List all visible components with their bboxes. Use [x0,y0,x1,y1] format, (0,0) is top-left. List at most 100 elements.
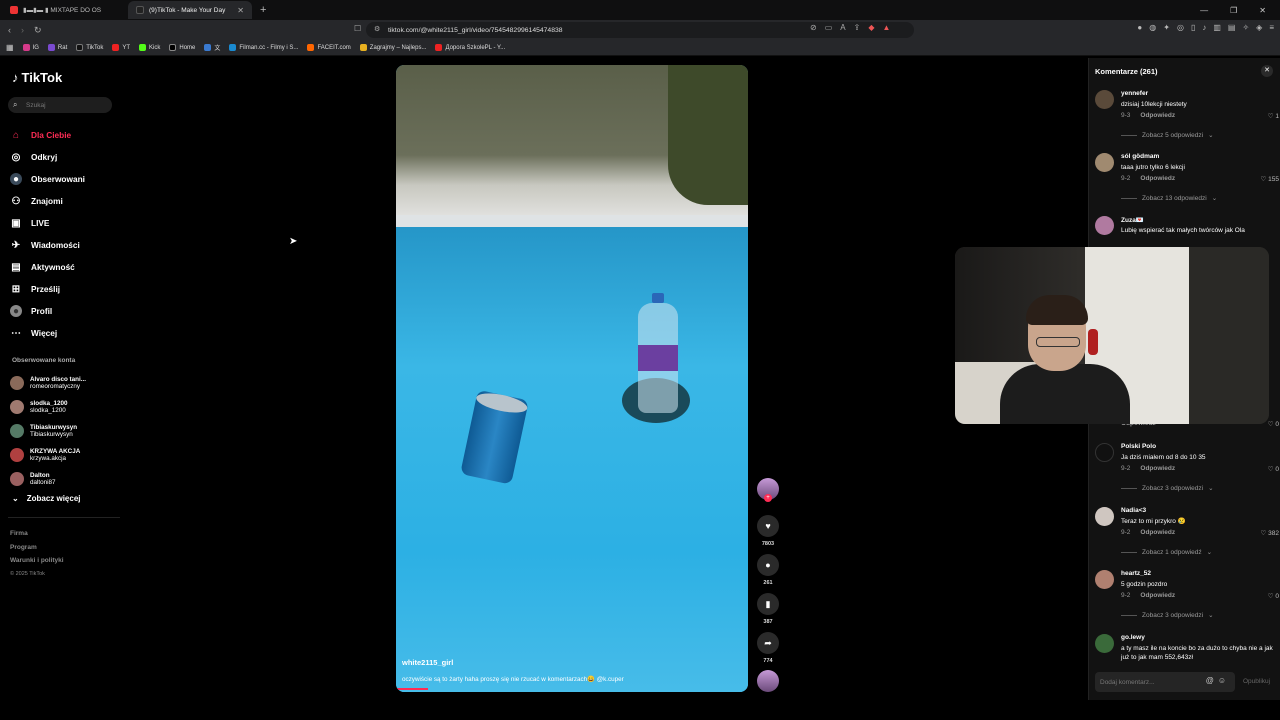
avatar[interactable] [1095,443,1114,462]
bookmark[interactable]: Rat [47,44,67,51]
cast-icon[interactable]: ▭ [825,23,833,32]
close-icon[interactable]: ✕ [1261,65,1273,77]
reply-button[interactable]: Odpowiedz [1140,592,1175,599]
comment-input[interactable]: Dodaj komentarz... @☺ [1095,672,1235,692]
view-replies-button[interactable]: Zobacz 5 odpowiedzi ⌄ [1121,131,1214,139]
back-icon[interactable]: ‹ [8,25,11,36]
avatar[interactable] [1095,153,1114,172]
comment-like-button[interactable]: ♡ 0 [1268,420,1279,428]
comment-like-button[interactable]: ♡ 0 [1268,465,1279,473]
menu-item-friends[interactable]: ⚇ Znajomi [10,190,85,212]
menu-item-messages[interactable]: ✈ Wiadomości [10,234,85,256]
vpn-icon[interactable]: ◈ [1256,23,1262,32]
bookmark[interactable]: FACEIT.com [307,44,351,51]
video-player[interactable]: white2115_girl oczywiście są to żarty ha… [396,65,748,692]
site-info-icon[interactable]: ⚙ [374,25,380,33]
comment-like-button[interactable]: ♡ 0 [1268,592,1279,600]
extension-icon[interactable]: ◍ [1149,23,1156,32]
view-replies-button[interactable]: Zobacz 3 odpowiedzi ⌄ [1121,611,1214,619]
extension-icon[interactable]: ● [1137,23,1142,32]
search-input[interactable]: ⌕ Szukaj [8,97,112,113]
sidebar-toggle-icon[interactable]: ▯ [1191,23,1195,32]
menu-icon[interactable]: ≡ [1269,23,1274,32]
reply-button[interactable]: Odpowiedz [1140,529,1175,536]
browser-tab-1[interactable]: ▮▬▮▬ ▮ MIXTAPE DO OS [2,1,126,19]
bookmark[interactable]: 文 [204,43,220,52]
like-button[interactable]: ♥ 7803 [756,515,780,547]
translate-icon[interactable]: A [840,23,845,32]
menu-item-profile[interactable]: ● Profil [10,300,85,322]
media-icon[interactable]: ⊘ [810,23,817,32]
activity-icon: ▤ [11,261,21,273]
avatar[interactable] [1095,570,1114,589]
rewards-icon[interactable]: ▲ [882,23,890,32]
footer-link[interactable]: Warunki i polityki [10,554,64,568]
share-button[interactable]: ➦ 774 [756,632,780,664]
new-tab-button[interactable]: + [260,4,266,16]
bookmark[interactable]: IG [22,44,39,51]
comment-like-button[interactable]: ♡ 382 [1261,529,1280,537]
reply-button[interactable]: Odpowiedz [1140,465,1175,472]
bookmark[interactable]: Дорога SzkolePL - Y... [435,44,505,51]
share-icon[interactable]: ⇪ [854,23,861,32]
followed-account[interactable]: Alvaro disco tani... romeoromatyczny [10,371,86,395]
close-tab-icon[interactable]: ✕ [237,6,244,15]
menu-item-following[interactable]: ● Obserwowani [10,168,85,190]
follow-plus-icon[interactable]: + [764,494,772,502]
comment-like-button[interactable]: ♡ 1 [1268,112,1279,120]
view-replies-button[interactable]: Zobacz 3 odpowiedzi ⌄ [1121,484,1214,492]
forward-icon[interactable]: › [21,25,24,36]
footer-link[interactable]: Program [10,541,64,555]
video-progress[interactable] [396,688,428,690]
bookmark[interactable]: Home [169,44,195,51]
apps-grid-icon[interactable]: ▦ [6,43,14,52]
menu-item-upload[interactable]: ⊞ Prześlij [10,278,85,300]
sound-avatar-button[interactable] [756,670,780,692]
close-window-button[interactable]: ✕ [1259,6,1266,15]
minimize-button[interactable]: — [1200,6,1208,15]
followed-account[interactable]: Dalton daltoni87 [10,467,86,491]
bookmark[interactable]: Kick [139,44,160,51]
panel-icon[interactable]: ▥ [1213,23,1221,32]
view-replies-button[interactable]: Zobacz 13 odpowiedzi ⌄ [1121,194,1217,202]
music-icon[interactable]: ♪ [1202,23,1206,32]
save-button[interactable]: ▮ 387 [756,593,780,625]
extension-icon[interactable]: ◎ [1177,23,1184,32]
followed-account[interactable]: slodka_1200 slodka_1200 [10,395,86,419]
video-author[interactable]: white2115_girl [402,658,453,667]
browser-tab-2[interactable]: (9)TikTok - Make Your Day ✕ [128,1,252,19]
bookmark[interactable]: Filman.cc - Filmy i S... [229,44,298,51]
avatar[interactable] [1095,90,1114,109]
menu-item-explore[interactable]: ◎ Odkryj [10,146,85,168]
reply-button[interactable]: Odpowiedz [1140,175,1175,182]
author-avatar-button[interactable]: + [756,478,780,502]
comment-button[interactable]: ● 261 [756,554,780,586]
tiktok-logo[interactable]: ♪ TikTok [12,70,62,85]
reply-button[interactable]: Odpowiedz [1140,112,1175,119]
avatar[interactable] [1095,507,1114,526]
avatar[interactable] [1095,634,1114,653]
bookmark[interactable]: TikTok [76,44,103,51]
see-more-button[interactable]: ⌄ Zobacz więcej [12,494,81,503]
menu-item-activity[interactable]: ▤ Aktywność [10,256,85,278]
menu-item-more[interactable]: ⋯ Więcej [10,322,85,344]
reload-icon[interactable]: ↻ [34,25,42,36]
wallet-icon[interactable]: ▤ [1228,23,1236,32]
bookmark-star-icon[interactable]: ☐ [354,24,361,33]
mention-emoji-icons[interactable]: @☺ [1206,676,1230,685]
menu-item-for-you[interactable]: ⌂ Dla Ciebie [10,124,85,146]
followed-account[interactable]: KRZYWA AKCJA krzywa.akcja [10,443,86,467]
menu-item-live[interactable]: ▣ LIVE [10,212,85,234]
post-comment-button[interactable]: Opublikuj [1243,678,1270,685]
followed-account[interactable]: Tibiaskurwysyn Tibiaskurwysyn [10,419,86,443]
puzzle-icon[interactable]: ✦ [1163,23,1170,32]
bookmark[interactable]: YT [112,44,130,51]
avatar[interactable] [1095,216,1114,235]
leo-icon[interactable]: ✧ [1242,23,1249,32]
view-replies-button[interactable]: Zobacz 1 odpowiedź ⌄ [1121,548,1212,556]
footer-link[interactable]: Firma [10,527,64,541]
shield-icon[interactable]: ◆ [868,23,874,32]
maximize-button[interactable]: ❐ [1230,6,1237,15]
comment-like-button[interactable]: ♡ 155 [1261,175,1280,183]
bookmark[interactable]: Zagrajmy – Najleps... [359,44,426,51]
